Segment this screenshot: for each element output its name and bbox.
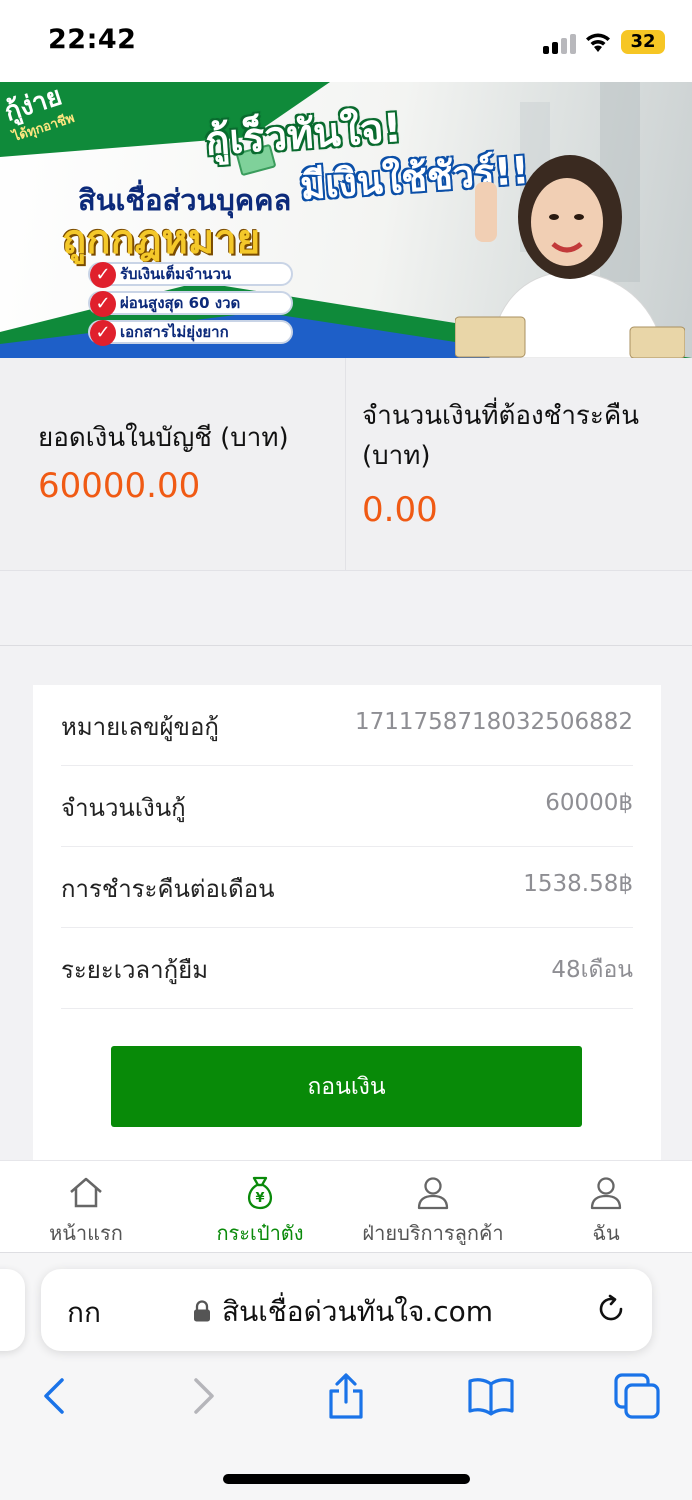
profile-icon — [590, 1177, 622, 1210]
browser-bottom-bar: กก สินเชื่อด่วนทันใจ.com — [0, 1252, 692, 1500]
banner-feature: ✓ เอกสารไม่ยุ่งยาก — [88, 320, 293, 346]
lock-icon — [194, 1300, 210, 1322]
wifi-icon — [586, 33, 610, 52]
home-icon — [70, 1177, 102, 1208]
signal-icon — [543, 32, 577, 54]
check-icon: ✓ — [90, 320, 116, 346]
section-spacer — [0, 571, 692, 646]
loan-details-card: หมายเลขผู้ขอกู้ 1711758718032506882 จำนว… — [33, 685, 661, 1160]
bottom-tab-bar: หน้าแรก ¥ กระเป๋าตัง ฝ่ายบริการลูกค้า ฉั… — [0, 1160, 692, 1252]
url-text: สินเชื่อด่วนทันใจ.com — [222, 1295, 494, 1328]
withdraw-button[interactable]: ถอนเงิน — [111, 1046, 582, 1127]
tab-home[interactable]: หน้าแรก — [28, 1161, 144, 1253]
detail-row-applicant-id: หมายเลขผู้ขอกู้ 1711758718032506882 — [61, 685, 633, 766]
divider — [345, 358, 346, 571]
account-balance-label: ยอดเงินในบัญชี (บาท) — [38, 423, 289, 453]
check-icon: ✓ — [90, 262, 116, 288]
repayment-label: จำนวนเงินที่ต้องชำระคืน (บาท) — [362, 401, 640, 471]
banner-model-image — [455, 155, 685, 358]
bookmarks-icon[interactable] — [466, 1371, 516, 1421]
promo-banner[interactable]: กู้ง่าย ได้ทุกอาชีพ กู้เร็วทันใจ! มีเงิน… — [0, 82, 692, 358]
forward-icon[interactable] — [178, 1371, 228, 1421]
tab-customer-service[interactable]: ฝ่ายบริการลูกค้า — [350, 1161, 516, 1253]
status-bar: 22:42 32 — [0, 0, 692, 82]
detail-value: 48เดือน — [551, 957, 633, 983]
detail-value: 60000฿ — [545, 790, 633, 816]
status-time: 22:42 — [48, 24, 137, 55]
banner-feature: ✓ ผ่อนสูงสุด 60 งวด — [88, 291, 293, 317]
tab-me[interactable]: ฉัน — [566, 1161, 646, 1253]
detail-label: ระยะเวลากู้ยืม — [61, 956, 209, 984]
detail-label: การชำระคืนต่อเดือน — [61, 875, 275, 903]
text-size-button[interactable]: กก — [67, 1291, 101, 1335]
money-bag-icon: ¥ — [247, 1176, 273, 1210]
svg-text:¥: ¥ — [255, 1191, 264, 1206]
share-icon[interactable] — [321, 1371, 371, 1421]
detail-value: 1538.58฿ — [523, 871, 633, 897]
banner-feature: ✓ รับเงินเต็มจำนวน — [88, 262, 293, 288]
detail-row-monthly-payment: การชำระคืนต่อเดือน 1538.58฿ — [61, 847, 633, 928]
reload-icon[interactable] — [595, 1293, 627, 1325]
tab-wallet[interactable]: ¥ กระเป๋าตัง — [200, 1161, 320, 1253]
back-icon[interactable] — [30, 1371, 80, 1421]
repayment-value: 0.00 — [362, 490, 438, 530]
address-bar[interactable]: กก สินเชื่อด่วนทันใจ.com — [41, 1269, 652, 1351]
detail-row-loan-amount: จำนวนเงินกู้ 60000฿ — [61, 766, 633, 847]
previous-tab-edge[interactable] — [0, 1269, 25, 1351]
detail-row-loan-term: ระยะเวลากู้ยืม 48เดือน — [61, 928, 633, 1009]
detail-value: 1711758718032506882 — [354, 709, 633, 735]
detail-label: หมายเลขผู้ขอกู้ — [61, 713, 219, 741]
account-balance-value: 60000.00 — [38, 466, 201, 506]
check-icon: ✓ — [90, 291, 116, 317]
home-indicator — [223, 1474, 470, 1484]
balance-panel: ยอดเงินในบัญชี (บาท) 60000.00 จำนวนเงินท… — [0, 358, 692, 571]
detail-label: จำนวนเงินกู้ — [61, 794, 186, 822]
battery-indicator: 32 — [621, 30, 665, 54]
tabs-icon[interactable] — [612, 1371, 662, 1421]
person-icon — [417, 1177, 449, 1210]
